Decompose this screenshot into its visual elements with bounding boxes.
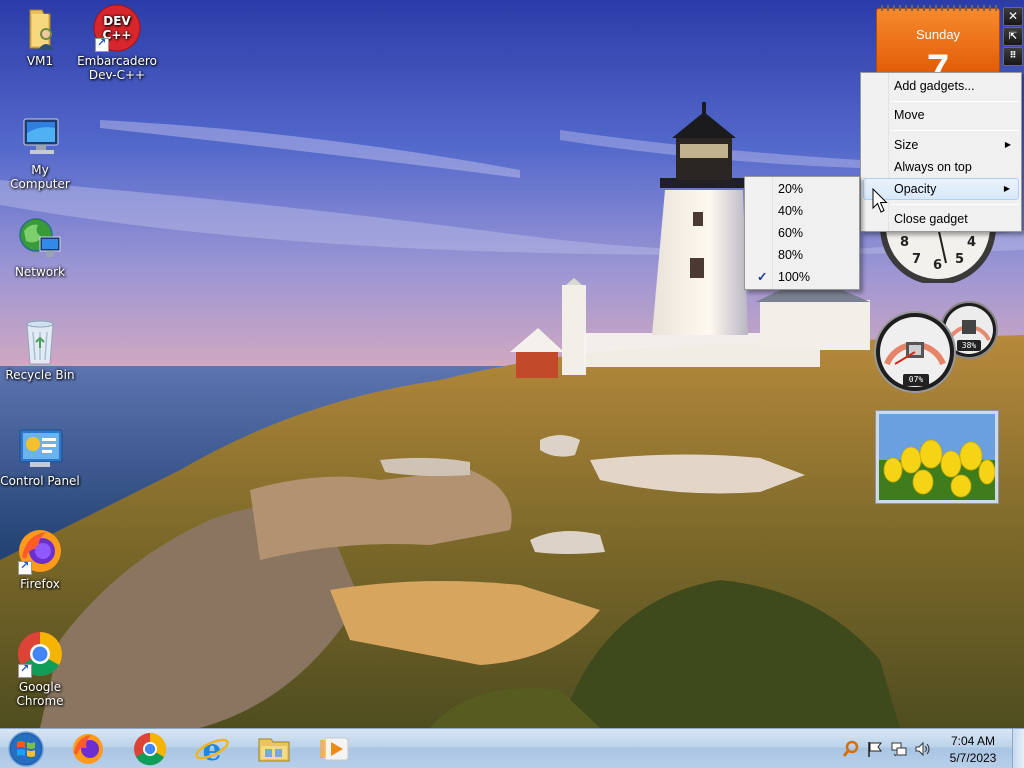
menu-item-label: 60% <box>778 226 804 240</box>
desktop-icon-my-computer[interactable]: My Computer <box>0 113 80 191</box>
desktop-icon-firefox[interactable]: Firefox <box>0 527 80 591</box>
slideshow-gadget[interactable] <box>875 410 999 504</box>
action-center-flag-icon[interactable] <box>866 740 884 758</box>
shortcut-arrow-icon <box>18 559 32 575</box>
desktop-icon-label: Embarcadero Dev-C++ <box>77 54 157 82</box>
menu-item-label: 100% <box>778 270 810 284</box>
menu-item-always-on-top[interactable]: Always on top <box>863 156 1019 178</box>
taskbar-media-player-button[interactable] <box>308 731 364 767</box>
control-panel-icon <box>16 424 64 472</box>
desktop-icon-label: Google Chrome <box>16 680 64 708</box>
desktop-icon-label: Recycle Bin <box>5 368 75 382</box>
menu-item-label: Size <box>894 138 919 152</box>
devcpp-icon: DEV C++ <box>93 4 141 52</box>
firefox-icon <box>16 527 64 575</box>
desktop-icon-network[interactable]: Network <box>0 215 80 279</box>
taskbar-internet-explorer-button[interactable]: e <box>184 731 240 768</box>
svg-text:5: 5 <box>955 252 964 267</box>
folder-icon <box>258 738 290 762</box>
svg-text:DEV: DEV <box>103 14 131 28</box>
computer-icon <box>16 113 64 161</box>
opacity-submenu: 20% 40% 60% 80% ✓ 100% <box>744 176 860 290</box>
chrome-icon <box>134 732 167 766</box>
desktop-icon-label: VM1 <box>26 54 54 68</box>
taskbar-file-explorer-button[interactable] <box>246 731 302 767</box>
taskbar-firefox-button[interactable] <box>60 731 116 767</box>
memory-usage-readout: 38% <box>957 340 981 351</box>
gadget-drag-handle-icon[interactable]: ⠿ <box>1003 47 1023 66</box>
calendar-weekday: Sunday <box>915 27 961 42</box>
volume-icon[interactable] <box>914 740 932 758</box>
cpu-meter-dials-icon <box>874 301 998 393</box>
cpu-usage-readout: 07% <box>903 374 929 386</box>
svg-text:7: 7 <box>912 252 921 267</box>
opacity-option-100[interactable]: ✓ 100% <box>747 266 857 288</box>
opacity-option-80[interactable]: 80% <box>747 244 857 266</box>
user-folder-icon <box>16 4 64 52</box>
menu-item-add-gadgets[interactable]: Add gadgets... <box>863 75 1019 97</box>
windows-orb-icon <box>8 731 44 767</box>
desktop-icon-vm1[interactable]: VM1 <box>0 4 80 68</box>
menu-item-label: Always on top <box>894 160 972 174</box>
calendar-gadget[interactable]: Sunday 7 <box>876 5 1000 75</box>
menu-separator <box>891 204 1019 205</box>
desktop-icon-label: Network <box>14 265 66 279</box>
clock-time[interactable]: 7:04 AM <box>940 734 1006 748</box>
opacity-option-40[interactable]: 40% <box>747 200 857 222</box>
network-icon <box>16 215 64 263</box>
show-desktop-button[interactable] <box>1012 729 1024 768</box>
desktop-icon-devcpp[interactable]: DEV C++ Embarcadero Dev-C++ <box>77 4 157 82</box>
cpu-meter-gadget[interactable]: 07% 38% <box>873 300 1001 394</box>
gadget-close-icon[interactable]: ✕ <box>1003 7 1023 26</box>
shortcut-arrow-icon <box>95 36 109 52</box>
menu-separator <box>891 101 1019 102</box>
mouse-cursor-icon <box>872 188 888 213</box>
checkmark-icon: ✓ <box>757 270 768 284</box>
clock-date[interactable]: 5/7/2023 <box>940 751 1006 765</box>
svg-text:6: 6 <box>933 258 942 273</box>
opacity-option-20[interactable]: 20% <box>747 178 857 200</box>
network-tray-icon[interactable] <box>890 740 908 758</box>
menu-item-label: 40% <box>778 204 804 218</box>
desktop-icon-google-chrome[interactable]: Google Chrome <box>0 630 80 708</box>
media-player-icon <box>320 737 349 761</box>
desktop-icon-control-panel[interactable]: Control Panel <box>0 424 80 488</box>
menu-separator <box>891 130 1019 131</box>
menu-item-label: Move <box>894 108 925 122</box>
gadget-resize-icon[interactable]: ⇱ <box>1003 27 1023 46</box>
taskbar-chrome-button[interactable] <box>122 731 178 767</box>
taskbar: e 7:04 AM 5/7/2023 <box>0 728 1024 768</box>
menu-item-label: Close gadget <box>894 212 968 226</box>
svg-text:e: e <box>202 733 221 767</box>
internet-explorer-icon: e <box>195 733 229 768</box>
chrome-icon <box>16 630 64 678</box>
tulips-photo <box>879 414 996 500</box>
svg-text:8: 8 <box>900 235 909 250</box>
submenu-arrow-icon: ▶ <box>1004 140 1011 149</box>
desktop-icon-recycle-bin[interactable]: Recycle Bin <box>0 318 80 382</box>
menu-item-label: Add gadgets... <box>894 79 975 93</box>
menu-item-label: 20% <box>778 182 804 196</box>
menu-item-label: 80% <box>778 248 804 262</box>
menu-item-size[interactable]: Size ▶ <box>863 134 1019 156</box>
firefox-icon <box>73 734 103 764</box>
desktop-icon-label: Control Panel <box>0 474 80 488</box>
opacity-option-60[interactable]: 60% <box>747 222 857 244</box>
menu-item-label: Opacity <box>894 182 937 196</box>
submenu-arrow-icon: ▶ <box>1003 184 1010 193</box>
desktop-icon-label: My Computer <box>10 163 70 191</box>
start-button[interactable] <box>0 731 54 767</box>
menu-item-move[interactable]: Move <box>863 104 1019 126</box>
svg-text:4: 4 <box>967 235 976 250</box>
recycle-bin-icon <box>16 318 64 366</box>
desktop-icon-label: Firefox <box>20 577 60 591</box>
calendar-rings <box>881 5 997 11</box>
tray-search-icon[interactable] <box>842 740 860 758</box>
shortcut-arrow-icon <box>18 662 32 678</box>
